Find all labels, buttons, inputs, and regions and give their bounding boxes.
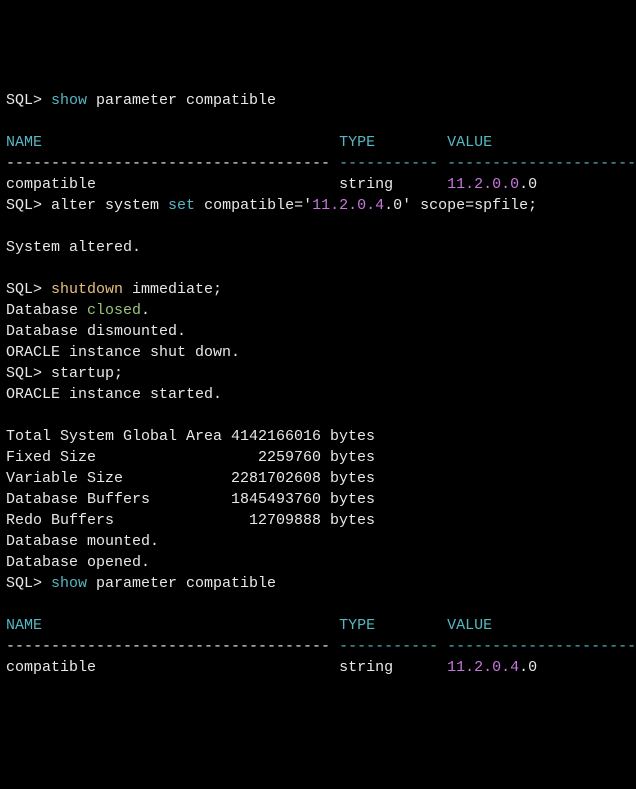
prompt-text: SQL> <box>6 281 51 298</box>
dash-type: ----------- <box>339 638 447 655</box>
row-value: 11.2.0.0 <box>447 176 519 193</box>
keyword-closed: closed <box>87 302 141 319</box>
row-type: string <box>339 176 447 193</box>
cmd-text: immediate; <box>123 281 222 298</box>
status-line-part: . <box>141 302 150 319</box>
status-line: Database dismounted. <box>6 323 186 340</box>
row-value: 11.2.0.4 <box>447 659 519 676</box>
value-literal-rest: .0 <box>384 197 402 214</box>
quote: ' <box>303 197 312 214</box>
dash-value: ------------------------------ <box>447 155 636 172</box>
cmd-rest: parameter compatible <box>87 575 276 592</box>
terminal-output: SQL> show parameter compatible NAME TYPE… <box>6 90 630 678</box>
cmd-text: startup; <box>51 365 123 382</box>
sql-prompt[interactable]: SQL> shutdown immediate; <box>6 281 222 298</box>
col-header-value: VALUE <box>447 134 492 151</box>
memory-line: Variable Size 2281702608 bytes <box>6 470 375 487</box>
row-value-rest: .0 <box>519 659 537 676</box>
row-type: string <box>339 659 447 676</box>
dash-name: ------------------------------------ <box>6 638 339 655</box>
col-header-type: TYPE <box>339 134 447 151</box>
sql-prompt[interactable]: SQL> alter system set compatible='11.2.0… <box>6 197 537 214</box>
col-header-name: NAME <box>6 134 339 151</box>
col-header-value: VALUE <box>447 617 492 634</box>
dash-name: ------------------------------------ <box>6 155 339 172</box>
row-name: compatible <box>6 176 339 193</box>
keyword-show: show <box>51 92 87 109</box>
col-header-type: TYPE <box>339 617 447 634</box>
status-line-part: Database <box>6 302 87 319</box>
cmd-text: scope=spfile; <box>411 197 537 214</box>
row-value-rest: .0 <box>519 176 537 193</box>
cmd-text: alter system <box>51 197 168 214</box>
prompt-text: SQL> <box>6 92 51 109</box>
prompt-text: SQL> <box>6 575 51 592</box>
sql-prompt[interactable]: SQL> startup; <box>6 365 123 382</box>
keyword-shutdown: shutdown <box>51 281 123 298</box>
prompt-text: SQL> <box>6 197 51 214</box>
memory-line: Total System Global Area 4142166016 byte… <box>6 428 375 445</box>
memory-line: Redo Buffers 12709888 bytes <box>6 512 375 529</box>
status-line: System altered. <box>6 239 141 256</box>
row-name: compatible <box>6 659 339 676</box>
status-line: ORACLE instance started. <box>6 386 222 403</box>
col-header-name: NAME <box>6 617 339 634</box>
quote: ' <box>402 197 411 214</box>
value-literal: 11.2.0.4 <box>312 197 384 214</box>
keyword-show: show <box>51 575 87 592</box>
sql-prompt[interactable]: SQL> show parameter compatible <box>6 575 276 592</box>
keyword-set: set <box>168 197 195 214</box>
sql-prompt[interactable]: SQL> show parameter compatible <box>6 92 276 109</box>
dash-value: ------------------------------ <box>447 638 636 655</box>
status-line: ORACLE instance shut down. <box>6 344 240 361</box>
memory-line: Database Buffers 1845493760 bytes <box>6 491 375 508</box>
cmd-text: compatible= <box>195 197 303 214</box>
status-line: Database mounted. <box>6 533 159 550</box>
dash-type: ----------- <box>339 155 447 172</box>
cmd-rest: parameter compatible <box>87 92 276 109</box>
memory-line: Fixed Size 2259760 bytes <box>6 449 375 466</box>
prompt-text: SQL> <box>6 365 51 382</box>
